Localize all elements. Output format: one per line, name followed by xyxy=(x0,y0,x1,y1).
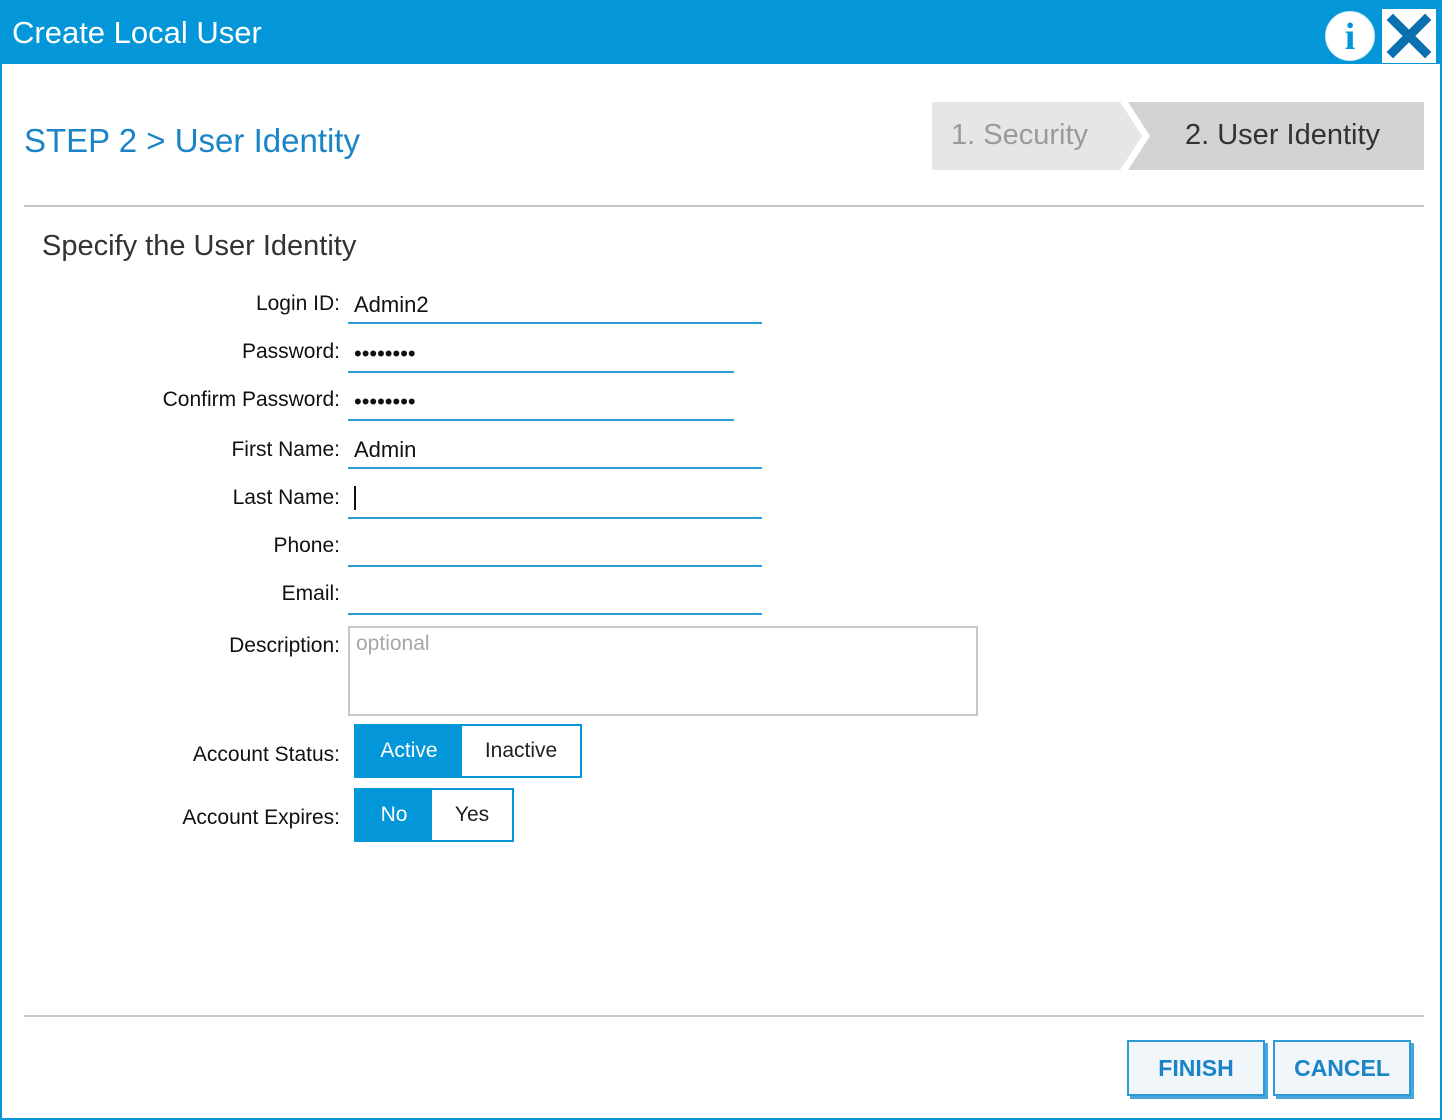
description-label: Description: xyxy=(229,634,340,657)
account-status-inactive-option[interactable]: Inactive xyxy=(462,726,580,776)
step-heading: STEP 2 > User Identity xyxy=(24,122,360,159)
wizard-breadcrumb: 1. Security 2. User Identity xyxy=(932,102,1424,170)
breadcrumb-label: 2. User Identity xyxy=(1185,119,1381,151)
confirm-password-label: Confirm Password: xyxy=(162,388,340,411)
breadcrumb-step-security[interactable]: 1. Security xyxy=(932,102,1142,170)
close-icon xyxy=(1386,13,1432,59)
info-icon: i xyxy=(1344,16,1356,58)
first-name-label: First Name: xyxy=(231,438,340,461)
info-button[interactable]: i xyxy=(1325,11,1375,61)
last-name-label: Last Name: xyxy=(232,486,340,509)
account-status-label: Account Status: xyxy=(192,743,340,766)
account-expires-yes-option[interactable]: Yes xyxy=(432,790,512,840)
title-bar: Create Local User i xyxy=(2,2,1440,64)
close-button[interactable] xyxy=(1382,9,1436,63)
dialog-title: Create Local User xyxy=(12,15,262,50)
password-label: Password: xyxy=(241,340,340,363)
account-expires-no-option[interactable]: No xyxy=(356,790,432,840)
phone-label: Phone: xyxy=(273,534,340,557)
section-title: Specify the User Identity xyxy=(42,230,357,262)
finish-button[interactable]: FINISH xyxy=(1127,1040,1265,1096)
description-textarea[interactable] xyxy=(348,626,978,716)
last-name-input[interactable] xyxy=(348,479,762,519)
phone-input[interactable] xyxy=(348,527,762,567)
login-id-input[interactable] xyxy=(348,284,762,324)
create-local-user-dialog: Create Local User i STEP 2 > User Identi… xyxy=(0,0,1442,1120)
breadcrumb-chevron xyxy=(1120,102,1150,170)
text-cursor xyxy=(354,486,356,510)
account-expires-label: Account Expires: xyxy=(182,806,340,829)
footer-divider xyxy=(24,1015,1424,1017)
account-status-toggle: Active Inactive xyxy=(354,724,582,778)
cancel-button[interactable]: CANCEL xyxy=(1273,1040,1411,1096)
breadcrumb-step-user-identity[interactable]: 2. User Identity xyxy=(1122,102,1424,170)
password-input[interactable] xyxy=(348,333,734,373)
email-input[interactable] xyxy=(348,575,762,615)
header-divider xyxy=(24,205,1424,207)
breadcrumb-label: 1. Security xyxy=(951,119,1088,151)
login-id-label: Login ID: xyxy=(255,292,340,315)
email-label: Email: xyxy=(281,582,340,605)
confirm-password-input[interactable] xyxy=(348,381,734,421)
first-name-input[interactable] xyxy=(348,429,762,469)
account-expires-toggle: No Yes xyxy=(354,788,514,842)
account-status-active-option[interactable]: Active xyxy=(356,726,462,776)
